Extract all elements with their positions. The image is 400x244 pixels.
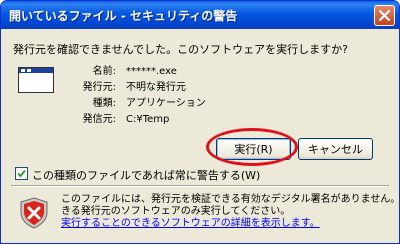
name-value: ******.exe xyxy=(126,66,177,77)
publisher-value: 不明な発行元 xyxy=(126,82,186,93)
info-labels: 名前: 発行元: 種類: 発信元: xyxy=(61,64,116,128)
cancel-button[interactable]: キャンセル xyxy=(298,138,373,160)
close-icon xyxy=(379,10,390,21)
divider xyxy=(11,185,389,187)
source-label: 発信元: xyxy=(82,114,116,125)
always-warn-checkbox[interactable] xyxy=(15,167,28,180)
title-bar[interactable]: 開いているファイル - セキュリティの警告 xyxy=(1,1,399,29)
close-button[interactable] xyxy=(374,5,395,26)
application-icon xyxy=(18,67,54,93)
warning-message: このファイルには、発行元を検証できる有効なデジタル署名がありません。信頼で きる… xyxy=(61,194,400,230)
source-value: C:¥Temp xyxy=(126,114,170,125)
question-text: 発行元を確認できませんでした。このソフトウェアを実行しますか? xyxy=(13,43,348,56)
checkmark-icon xyxy=(17,169,26,178)
run-button-highlight xyxy=(206,128,298,166)
warning-line-1: このファイルには、発行元を検証できる有効なデジタル署名がありません。信頼で xyxy=(61,194,400,205)
shield-warning-icon xyxy=(20,197,48,229)
security-warning-dialog: 開いているファイル - セキュリティの警告 発行元を確認できませんでした。このソ… xyxy=(0,0,400,244)
info-values: ******.exe 不明な発行元 アプリケーション C:¥Temp xyxy=(126,64,206,128)
name-label: 名前: xyxy=(92,66,116,77)
always-warn-label[interactable]: この種類のファイルであれば常に警告する(W) xyxy=(32,167,260,183)
type-value: アプリケーション xyxy=(126,98,206,109)
publisher-label: 発行元: xyxy=(82,82,116,93)
details-link[interactable]: 実行することのできるソフトウェアの詳細を表示します。 xyxy=(61,218,399,230)
type-label: 種類: xyxy=(92,98,116,109)
window-title: 開いているファイル - セキュリティの警告 xyxy=(9,9,238,23)
warning-line-2: きる発行元のソフトウェアのみ実行してください。 xyxy=(61,206,291,217)
